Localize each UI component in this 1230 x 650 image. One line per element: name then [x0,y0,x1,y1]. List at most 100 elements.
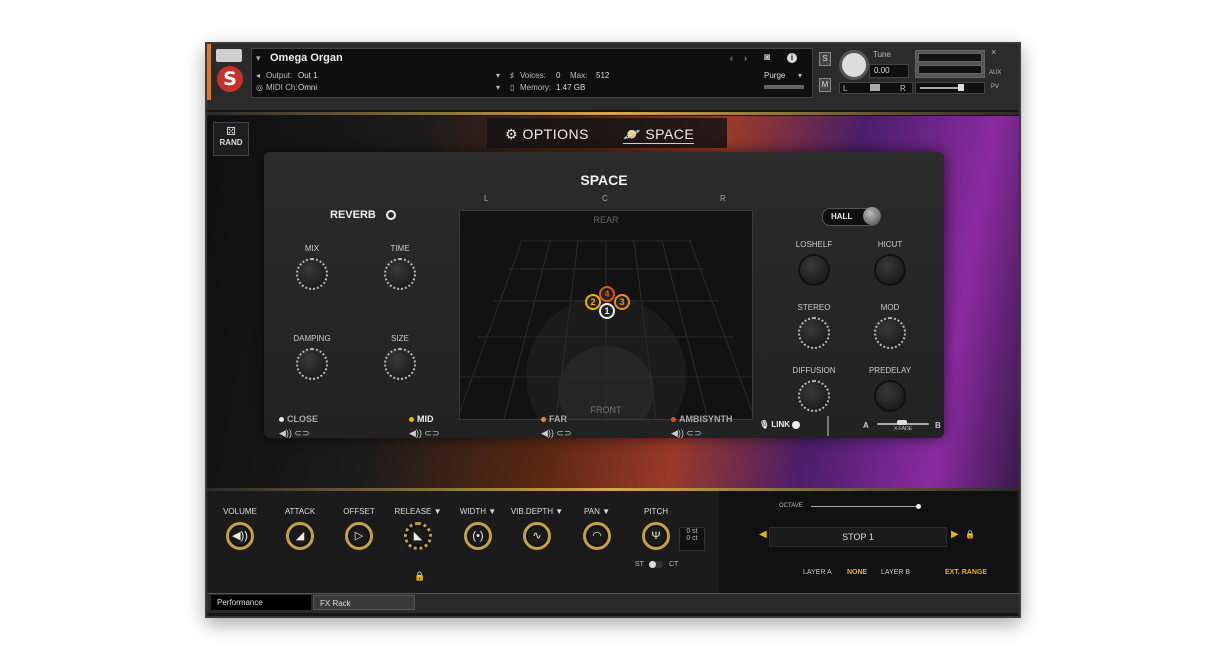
attack-control[interactable]: ATTACK ◢ [267,507,333,550]
vib-depth-knob[interactable]: ∿ [523,522,551,550]
randomize-button[interactable]: ⚄ RAND [213,122,249,156]
mic-position-field[interactable]: REAR FRONT 1 2 3 4 [459,210,753,420]
next-instrument-icon[interactable]: › [744,53,747,63]
damping-label: DAMPING [293,334,331,343]
offset-label: OFFSET [343,507,375,516]
release-control[interactable]: RELEASE ▼ ◣ [385,507,451,550]
offset-control[interactable]: OFFSET ▷ [326,507,392,550]
purge-button[interactable]: Purge [764,71,785,80]
stereo-knob[interactable] [798,317,830,349]
midi-dropdown-icon[interactable]: ▾ [496,83,500,92]
chevron-down-icon[interactable]: ▾ [256,53,261,64]
mic-close[interactable]: CLOSE ◀)) ⊂⊃ [279,414,318,439]
reverb-type-toggle[interactable]: HALL [822,207,881,226]
size-knob[interactable] [384,348,416,380]
volume-slider[interactable] [915,82,985,94]
voices-icon: ♯ [510,71,514,80]
mic-ambisynth[interactable]: AMBISYNTH ◀)) ⊂⊃ [671,414,733,439]
pitch-value-box[interactable]: 0 st 0 ct [679,527,705,551]
tuning-fork-icon: Ψ [651,530,661,542]
damping-knob[interactable] [296,348,328,380]
mid-speaker-link-icons[interactable]: ◀)) ⊂⊃ [409,428,440,439]
midi-value[interactable]: Omni [298,83,317,92]
mic-mid-label: MID [417,414,434,424]
volume-knob[interactable]: ◀)) [226,522,254,550]
lock-icon[interactable]: 🔒 [414,571,425,582]
far-speaker-link-icons[interactable]: ◀)) ⊂⊃ [541,428,572,439]
wrench-icon[interactable] [216,49,242,62]
ext-range-button[interactable]: EXT. RANGE [945,569,987,576]
octave-slider-handle[interactable] [916,504,921,509]
pan-knob[interactable]: ◠ [583,522,611,550]
close-button[interactable]: × [991,47,996,57]
pv-button[interactable]: PV [991,84,999,90]
tune-value-box[interactable]: 0.00 [869,64,909,78]
aux-button[interactable]: AUX [989,70,1001,76]
purge-dropdown-icon[interactable]: ▾ [798,71,802,80]
predelay-label: PREDELAY [868,366,912,375]
xfade-handle[interactable] [897,420,907,425]
hicut-knob[interactable] [874,254,906,286]
mic-far[interactable]: FAR ◀)) ⊂⊃ [541,414,572,439]
info-icon[interactable]: i [787,53,797,63]
loshelf-knob[interactable] [798,254,830,286]
mic-marker-far[interactable]: 3 [614,294,630,310]
link-toggle[interactable]: 🎙 LINK [759,420,801,429]
mic-marker-close[interactable]: 1 [599,303,615,319]
output-dropdown-icon[interactable]: ▾ [496,71,500,80]
offset-knob[interactable]: ▷ [345,522,373,550]
width-knob[interactable]: (•) [464,522,492,550]
stop-selector[interactable]: STOP 1 [769,527,947,547]
toggle-handle[interactable] [863,207,881,225]
octave-slider[interactable] [811,504,921,509]
time-knob[interactable] [384,258,416,290]
solo-button[interactable]: S [819,52,831,66]
attack-knob[interactable]: ◢ [286,522,314,550]
next-stop-arrow[interactable]: ▶ [951,529,959,540]
pan-slider-handle[interactable] [870,84,880,91]
tab-performance[interactable]: Performance [211,595,311,610]
mic-strip: CLOSE ◀)) ⊂⊃ MID ◀)) ⊂⊃ FAR ◀)) ⊂⊃ AMBIS… [207,404,1019,450]
tune-knob[interactable] [839,50,869,80]
reverb-toggle[interactable] [386,210,396,220]
pan-slider[interactable]: L R [839,82,913,94]
stop-lock-icon[interactable]: 🔒 [965,530,975,539]
stereo-label: STEREO [797,303,831,312]
pitch-knob[interactable]: Ψ [642,522,670,550]
prev-stop-arrow[interactable]: ◀ [759,529,767,540]
mid-dot [409,417,414,423]
instrument-name[interactable]: Omega Organ [270,52,343,64]
mod-knob[interactable] [874,317,906,349]
instrument-info-box: ▾ Omega Organ ◂ Output: Out 1 ▾ ◎ MIDI C… [251,48,813,98]
mic-mid[interactable]: MID ◀)) ⊂⊃ [409,414,440,439]
pan-control[interactable]: PAN ▼ ◠ [564,507,630,550]
mute-button[interactable]: M [819,78,831,92]
release-knob[interactable]: ◣ [404,522,432,550]
vib-depth-control[interactable]: VIB.DEPTH ▼ ∿ [504,507,570,550]
link-indicator [792,420,801,429]
layer-a-value[interactable]: NONE [847,569,867,576]
volume-slider-handle[interactable] [958,84,964,91]
output-value[interactable]: Out 1 [298,71,318,80]
voices-value: 0 [556,71,561,80]
tab-options[interactable]: ⚙ OPTIONS [505,126,589,143]
mic-marker-ambisynth[interactable]: 4 [599,286,615,302]
purge-meter [764,85,804,89]
width-control[interactable]: WIDTH ▼ (•) [445,507,511,550]
camera-icon[interactable]: ◙ [764,52,770,63]
max-voices-value[interactable]: 512 [596,71,609,80]
prev-instrument-icon[interactable]: ‹ [730,53,733,63]
close-dot [279,417,284,423]
ambisynth-speaker-link-icons[interactable]: ◀)) ⊂⊃ [671,428,733,439]
mix-knob[interactable] [296,258,328,290]
st-ct-handle[interactable] [649,561,656,568]
volume-control[interactable]: VOLUME ◀)) [207,507,273,550]
tab-space[interactable]: 🪐 SPACE [623,126,695,144]
microphone-icon: 🎙 [759,420,770,429]
xfade-slider[interactable]: X-FADE [875,418,931,432]
close-speaker-link-icons[interactable]: ◀)) ⊂⊃ [279,428,318,439]
tab-fx-rack[interactable]: FX Rack [313,595,415,610]
midi-icon: ◎ [256,83,263,92]
rand-label: RAND [219,138,243,147]
st-ct-toggle[interactable] [649,561,663,568]
